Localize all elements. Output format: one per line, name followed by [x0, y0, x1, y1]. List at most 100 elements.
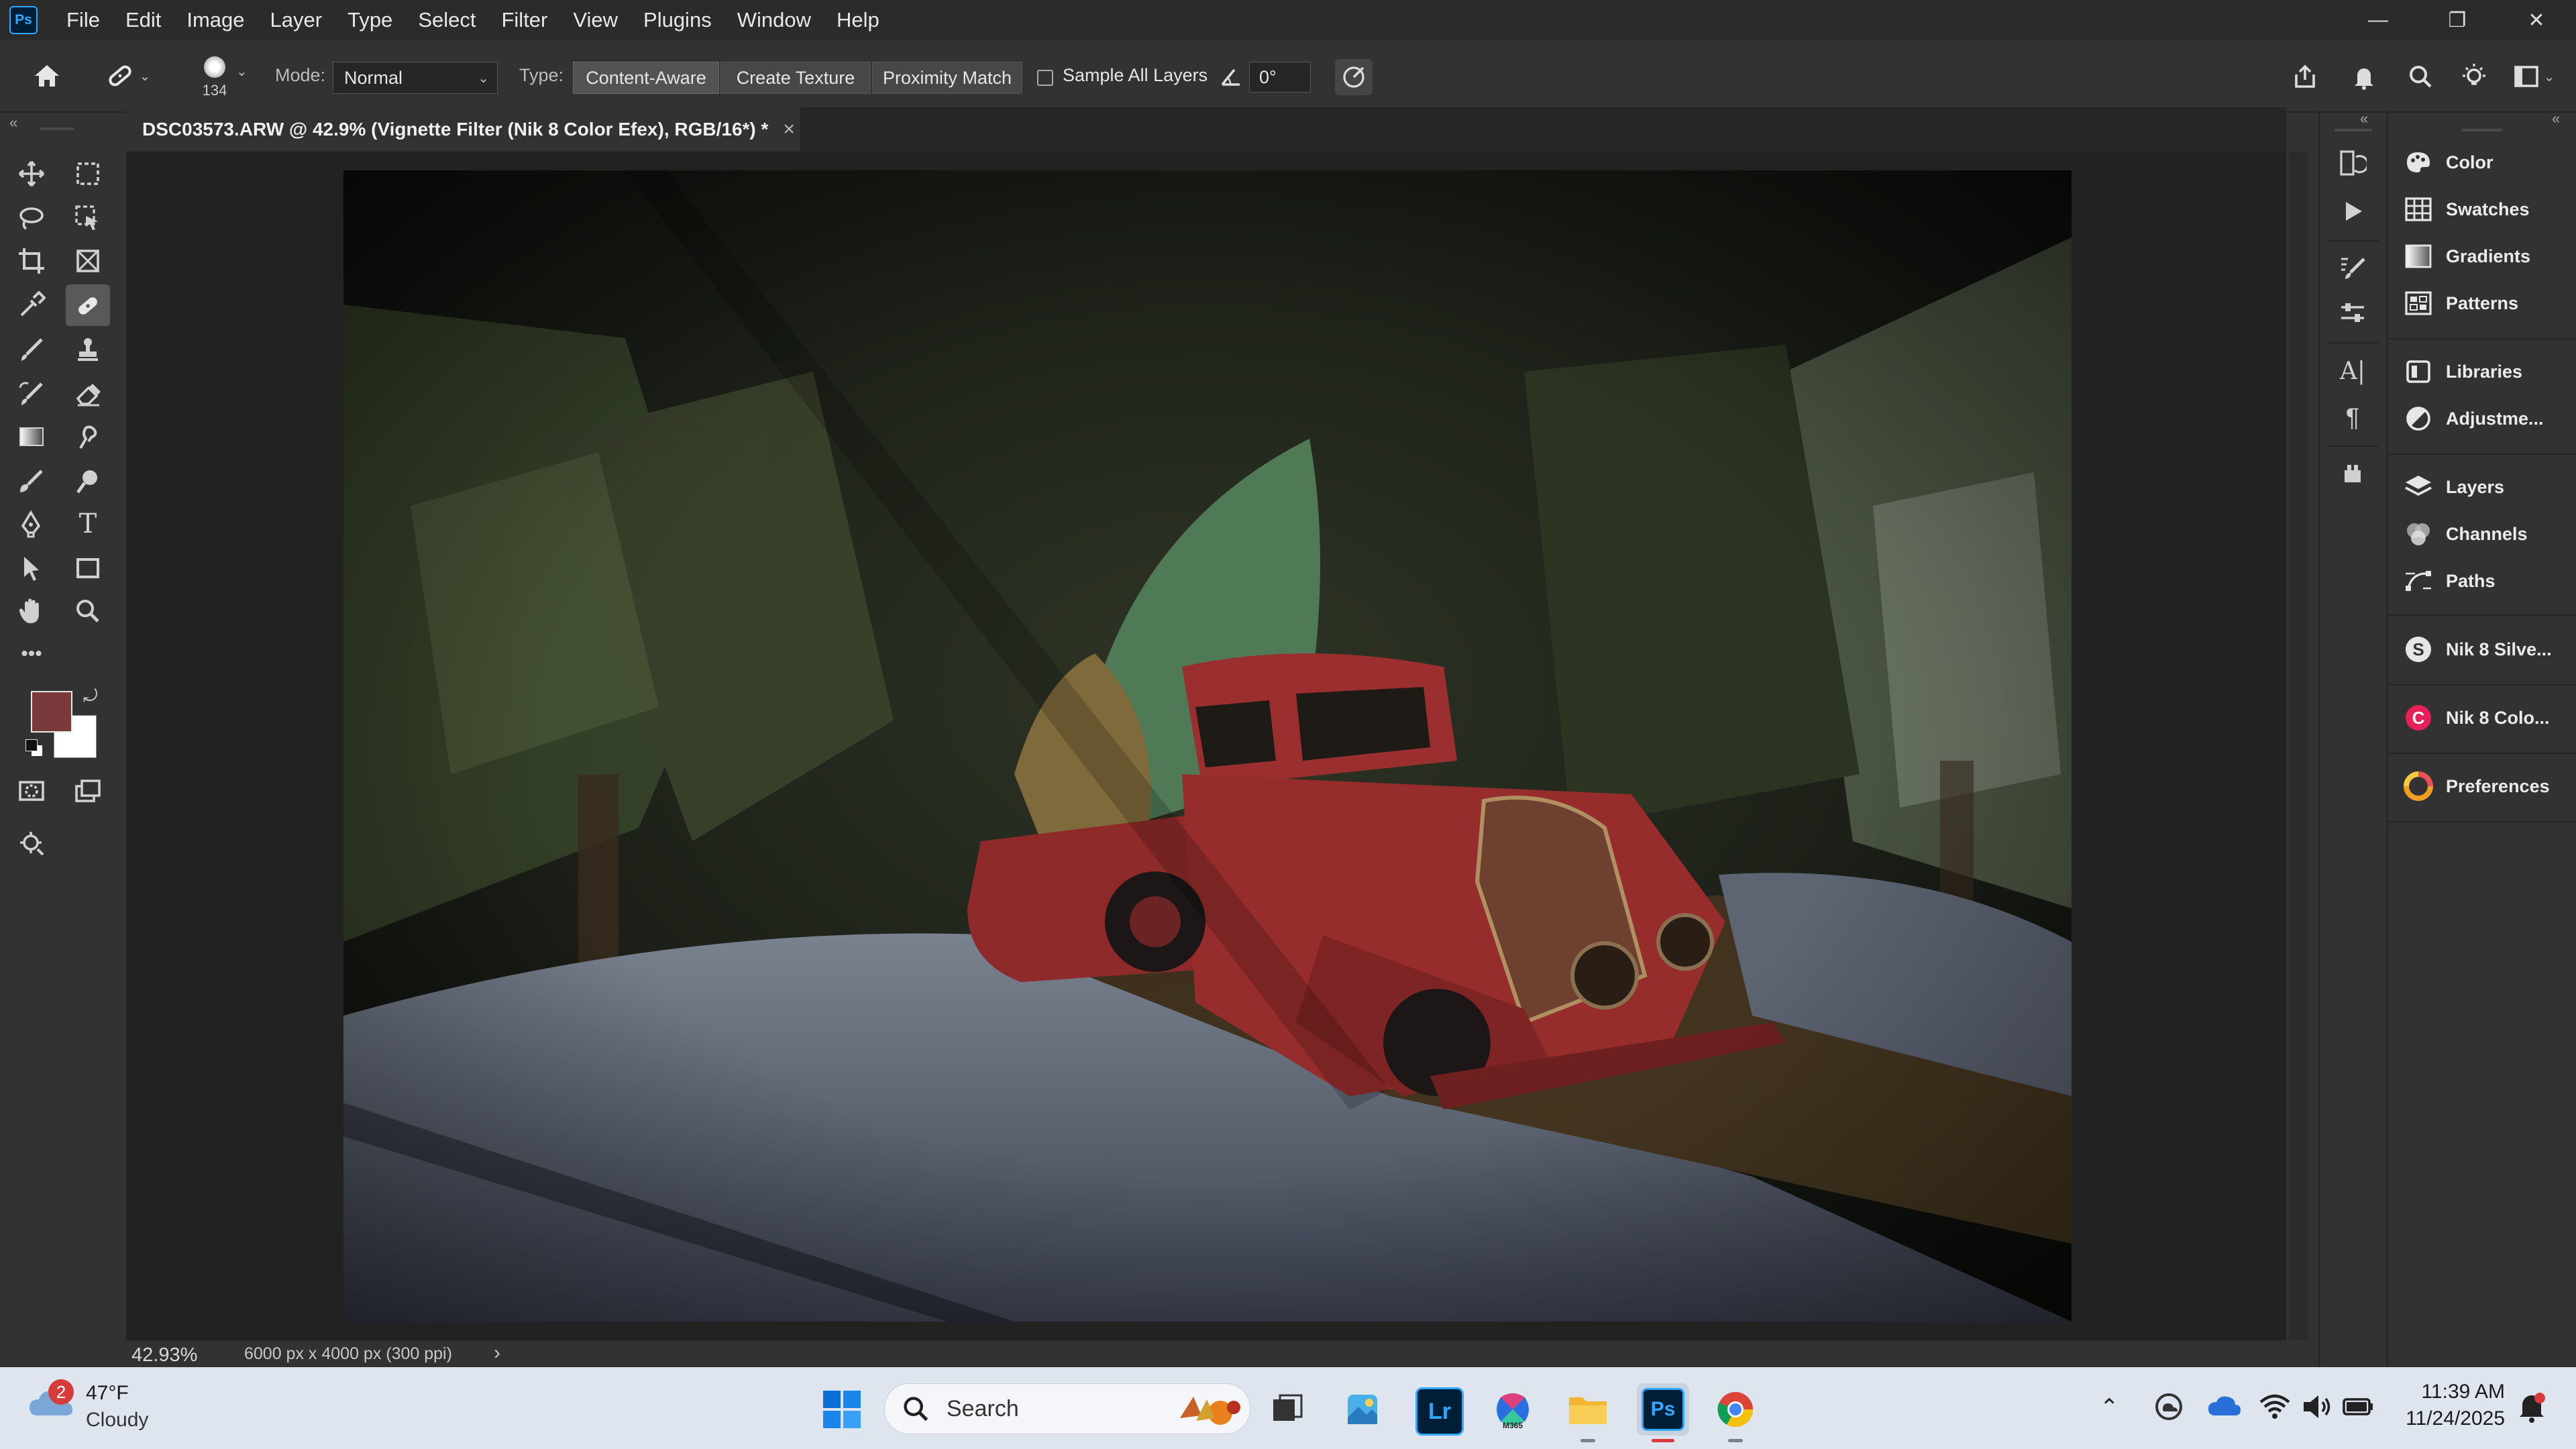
- eyedropper-tool[interactable]: [13, 287, 50, 323]
- sample-all-layers-checkbox[interactable]: [1037, 70, 1053, 86]
- brush-size-picker[interactable]: 134: [188, 50, 241, 106]
- photos-app-button[interactable]: [1340, 1387, 1385, 1432]
- character-panel-button[interactable]: A|: [2334, 353, 2371, 389]
- panel-libraries[interactable]: Libraries: [2388, 352, 2576, 392]
- screen-mode-button[interactable]: [70, 773, 106, 809]
- home-button[interactable]: [27, 58, 67, 94]
- panel-adjustments[interactable]: Adjustme...: [2388, 398, 2576, 439]
- healing-brush-tool[interactable]: [66, 284, 110, 326]
- menu-select[interactable]: Select: [405, 8, 488, 32]
- path-selection-tool[interactable]: [13, 550, 50, 586]
- wifi-icon[interactable]: [2258, 1390, 2292, 1427]
- restore-button[interactable]: ❐: [2418, 0, 2497, 40]
- dodge-tool[interactable]: [70, 463, 106, 499]
- clock-time[interactable]: 11:39 AM: [2398, 1381, 2505, 1403]
- tool-preset-picker[interactable]: ⌄: [94, 58, 161, 94]
- pen-tool[interactable]: [13, 506, 50, 542]
- crop-tool[interactable]: [13, 243, 50, 279]
- panel-grip[interactable]: [2462, 129, 2502, 131]
- minimize-button[interactable]: —: [2339, 0, 2418, 40]
- menu-plugins[interactable]: Plugins: [631, 8, 724, 32]
- quick-mask-button[interactable]: [13, 773, 50, 809]
- brush-settings-panel-button[interactable]: [2334, 250, 2371, 286]
- panel-gradients[interactable]: Gradients: [2388, 236, 2576, 276]
- angle-input[interactable]: 0°: [1249, 62, 1311, 93]
- history-panel-button[interactable]: [2334, 145, 2371, 181]
- lightroom-button[interactable]: Lr: [1415, 1387, 1464, 1436]
- swap-colors-icon[interactable]: ⤾: [83, 686, 98, 707]
- weather-widget[interactable]: 2: [27, 1379, 78, 1424]
- status-menu-button[interactable]: ›: [494, 1342, 500, 1364]
- menu-edit[interactable]: Edit: [113, 8, 174, 32]
- mixer-brush-tool[interactable]: [13, 463, 50, 499]
- close-button[interactable]: ✕: [2497, 0, 2576, 40]
- vertical-scrollbar[interactable]: [2289, 152, 2308, 1340]
- move-tool[interactable]: [13, 156, 50, 192]
- menu-type[interactable]: Type: [335, 8, 405, 32]
- chrome-button[interactable]: [1713, 1387, 1758, 1442]
- expand-panels-icon[interactable]: «: [2552, 110, 2560, 127]
- panel-nik-silver-efex[interactable]: S Nik 8 Silve...: [2388, 629, 2576, 669]
- menu-help[interactable]: Help: [824, 8, 892, 32]
- type-tool[interactable]: T: [70, 506, 106, 542]
- history-brush-tool[interactable]: [13, 376, 50, 412]
- paragraph-panel-button[interactable]: ¶: [2334, 400, 2371, 436]
- menu-file[interactable]: File: [54, 8, 113, 32]
- generative-tool[interactable]: [13, 825, 50, 861]
- collapse-panels-icon[interactable]: «: [2360, 110, 2368, 127]
- volume-icon[interactable]: [2300, 1390, 2333, 1427]
- search-button[interactable]: [2400, 56, 2440, 97]
- share-button[interactable]: [2285, 56, 2325, 97]
- onedrive-tray-icon[interactable]: [2152, 1390, 2186, 1427]
- type-create-texture-button[interactable]: Create Texture: [720, 62, 871, 94]
- panel-nik-color-efex[interactable]: C Nik 8 Colo...: [2388, 698, 2576, 738]
- file-explorer-button[interactable]: [1566, 1387, 1610, 1442]
- menu-window[interactable]: Window: [724, 8, 824, 32]
- brush-tool[interactable]: [13, 331, 50, 368]
- discover-button[interactable]: [2454, 56, 2494, 97]
- menu-layer[interactable]: Layer: [258, 8, 335, 32]
- m365-button[interactable]: M365: [1491, 1387, 1535, 1432]
- start-button[interactable]: [820, 1387, 864, 1432]
- toolbar-grip[interactable]: [40, 127, 74, 130]
- panel-color[interactable]: Color: [2388, 142, 2576, 182]
- eraser-tool[interactable]: [70, 376, 106, 412]
- clone-stamp-tool[interactable]: [70, 331, 106, 368]
- hand-tool[interactable]: [13, 593, 50, 629]
- menu-view[interactable]: View: [560, 8, 631, 32]
- zoom-tool[interactable]: [70, 593, 106, 629]
- panel-preferences[interactable]: Preferences: [2388, 766, 2576, 806]
- zoom-level[interactable]: 42.93%: [131, 1344, 197, 1366]
- battery-icon[interactable]: [2341, 1390, 2375, 1427]
- default-colors-icon[interactable]: [25, 739, 43, 757]
- smudge-tool[interactable]: [70, 419, 106, 455]
- notification-center-button[interactable]: [2514, 1390, 2549, 1428]
- marquee-tool[interactable]: [70, 156, 106, 192]
- panel-paths[interactable]: Paths: [2388, 561, 2576, 601]
- panel-patterns[interactable]: Patterns: [2388, 283, 2576, 323]
- clock-date[interactable]: 11/24/2025: [2388, 1407, 2505, 1430]
- menu-image[interactable]: Image: [174, 8, 257, 32]
- taskbar-search[interactable]: Search: [884, 1383, 1250, 1434]
- panel-grip[interactable]: [2334, 129, 2372, 131]
- photoshop-taskbar-button[interactable]: Ps: [1637, 1383, 1689, 1442]
- cloud-sync-tray-icon[interactable]: [2207, 1390, 2242, 1427]
- show-hidden-icons-button[interactable]: ⌃: [2100, 1394, 2119, 1421]
- task-view-button[interactable]: [1265, 1387, 1309, 1432]
- type-content-aware-button[interactable]: Content-Aware: [573, 62, 719, 94]
- more-tools[interactable]: •••: [13, 636, 50, 672]
- rectangle-tool[interactable]: [70, 550, 106, 586]
- frame-tool[interactable]: [70, 243, 106, 279]
- gradient-tool[interactable]: [13, 419, 50, 455]
- mode-select[interactable]: Normal ⌄: [333, 62, 498, 94]
- foreground-color-swatch[interactable]: [31, 691, 72, 733]
- panel-layers[interactable]: Layers: [2388, 467, 2576, 507]
- plugins-panel-button[interactable]: [2334, 456, 2371, 492]
- collapse-toolbar-icon[interactable]: «: [9, 114, 17, 131]
- document-tab[interactable]: DSC03573.ARW @ 42.9% (Vignette Filter (N…: [126, 107, 800, 152]
- menu-filter[interactable]: Filter: [488, 8, 560, 32]
- document-image[interactable]: [343, 170, 2072, 1322]
- actions-panel-button[interactable]: [2334, 193, 2371, 229]
- close-tab-button[interactable]: ×: [783, 118, 795, 141]
- lasso-tool[interactable]: [13, 200, 50, 236]
